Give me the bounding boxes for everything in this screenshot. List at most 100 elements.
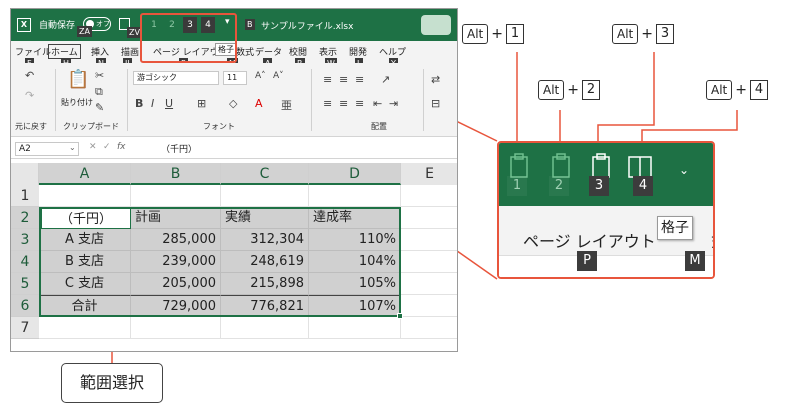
tab-help[interactable]: ヘルプ [379,45,406,58]
cell-d6[interactable]: 107% [309,295,401,317]
orientation-icon[interactable]: ↗ [381,73,390,86]
cell-a6[interactable]: 合計 [39,295,131,317]
tab-insert[interactable]: 挿入 [91,45,109,58]
zoom-key-3[interactable]: 3 [589,176,609,196]
cell-c5[interactable]: 215,898 [221,273,309,295]
search-icon[interactable] [421,15,451,35]
border-icon[interactable]: ⊞ [197,97,206,110]
enter-icon[interactable]: ✓ [103,142,111,152]
zoom-key-4[interactable]: 4 [633,176,653,196]
tab-draw[interactable]: 描画 [121,45,139,58]
fill-color-icon[interactable]: ◇ [229,97,237,110]
redo-icon[interactable]: ↷ [25,89,34,102]
cell[interactable] [221,317,309,339]
row-header-6[interactable]: 6 [11,295,39,317]
cell-b4[interactable]: 239,000 [131,251,221,273]
copy-icon[interactable]: ⧉ [95,85,103,99]
align-bottom-icon[interactable]: ≡ [355,73,364,86]
italic-icon[interactable]: I [151,97,154,110]
zoom-key-1[interactable]: 1 [507,176,527,196]
row-header-5[interactable]: 5 [11,273,39,295]
cell-d3[interactable]: 110% [309,229,401,251]
col-header-b[interactable]: B [131,163,221,185]
row-header-1[interactable]: 1 [11,185,39,207]
col-header-c[interactable]: C [221,163,309,185]
cell[interactable] [401,229,457,251]
cell-c2[interactable]: 実績 [221,207,309,229]
align-left-icon[interactable]: ≡ [323,97,332,110]
cell[interactable] [401,207,457,229]
cut-icon[interactable]: ✂ [95,69,104,82]
tab-review[interactable]: 校閲 [289,45,307,58]
col-header-d[interactable]: D [309,163,401,185]
bold-icon[interactable]: B [135,97,143,110]
select-all-corner[interactable] [11,163,39,185]
cell[interactable] [401,251,457,273]
tab-formulas[interactable]: 数式 [236,45,254,58]
tab-home[interactable]: ホーム [48,44,81,59]
cell-c4[interactable]: 248,619 [221,251,309,273]
cell[interactable] [131,317,221,339]
col-header-e[interactable]: E [401,163,457,185]
paste-icon[interactable]: 📋 [67,69,89,90]
tab-view[interactable]: 表示 [319,45,337,58]
cell[interactable] [131,185,221,207]
fill-handle[interactable] [397,313,403,319]
cell-b6[interactable]: 729,000 [131,295,221,317]
cell[interactable] [39,317,131,339]
cell[interactable] [401,185,457,207]
font-color-icon[interactable]: A [255,97,263,110]
align-right-icon[interactable]: ≡ [355,97,364,110]
zoom-tab-page-layout[interactable]: ページ レイアウト [523,228,656,252]
grow-font-icon[interactable]: A˄ [255,71,266,81]
tab-file[interactable]: ファイル [15,45,51,58]
tab-data[interactable]: データ [255,45,282,58]
merge-icon[interactable]: ⊟ [431,97,440,110]
col-header-a[interactable]: A [39,163,131,185]
cell-b2[interactable]: 計画 [131,207,221,229]
tab-developer[interactable]: 開発 [349,45,367,58]
cell-a2[interactable]: （千円） [41,208,131,229]
align-center-icon[interactable]: ≡ [339,97,348,110]
row-header-4[interactable]: 4 [11,251,39,273]
cell-c6[interactable]: 776,821 [221,295,309,317]
cell-a5[interactable]: C 支店 [39,273,131,295]
format-painter-icon[interactable]: ✎ [95,101,104,114]
align-top-icon[interactable]: ≡ [323,73,332,86]
row-header-3[interactable]: 3 [11,229,39,251]
name-box-dropdown-icon[interactable]: ⌄ [69,143,76,152]
cell[interactable] [39,185,131,207]
underline-icon[interactable]: U [165,97,173,110]
row-header-7[interactable]: 7 [11,317,39,339]
font-size-select[interactable]: 11 [223,71,247,85]
align-middle-icon[interactable]: ≡ [339,73,348,86]
zoom-key-2[interactable]: 2 [549,176,569,196]
phonetic-icon[interactable]: 亜 [281,97,292,113]
cell[interactable] [309,317,401,339]
cell-c3[interactable]: 312,304 [221,229,309,251]
cell-a3[interactable]: A 支店 [39,229,131,251]
undo-icon[interactable]: ↶ [25,69,34,82]
cell-b3[interactable]: 285,000 [131,229,221,251]
cell[interactable] [309,185,401,207]
cell[interactable] [221,185,309,207]
indent-decrease-icon[interactable]: ⇤ [373,97,382,110]
row-header-2[interactable]: 2 [11,207,39,229]
cell-a4[interactable]: B 支店 [39,251,131,273]
cell[interactable] [401,317,457,339]
font-name-select[interactable]: 游ゴシック [133,71,219,85]
cell-d2[interactable]: 達成率 [309,207,401,229]
formula-value[interactable]: （千円） [161,142,197,155]
shrink-font-icon[interactable]: A˅ [273,71,284,81]
cell-b5[interactable]: 205,000 [131,273,221,295]
cancel-icon[interactable]: ✕ [89,142,97,152]
customize-dropdown-icon[interactable]: ⌄ [679,163,689,177]
cell-d5[interactable]: 105% [309,273,401,295]
indent-increase-icon[interactable]: ⇥ [389,97,398,110]
cell[interactable] [401,295,457,317]
cell-d4[interactable]: 104% [309,251,401,273]
zoom-tab-formulas-partial[interactable]: 式 [711,228,713,252]
wrap-text-icon[interactable]: ⇄ [431,73,440,86]
insert-function-icon[interactable]: fx [117,142,126,152]
cell[interactable] [401,273,457,295]
